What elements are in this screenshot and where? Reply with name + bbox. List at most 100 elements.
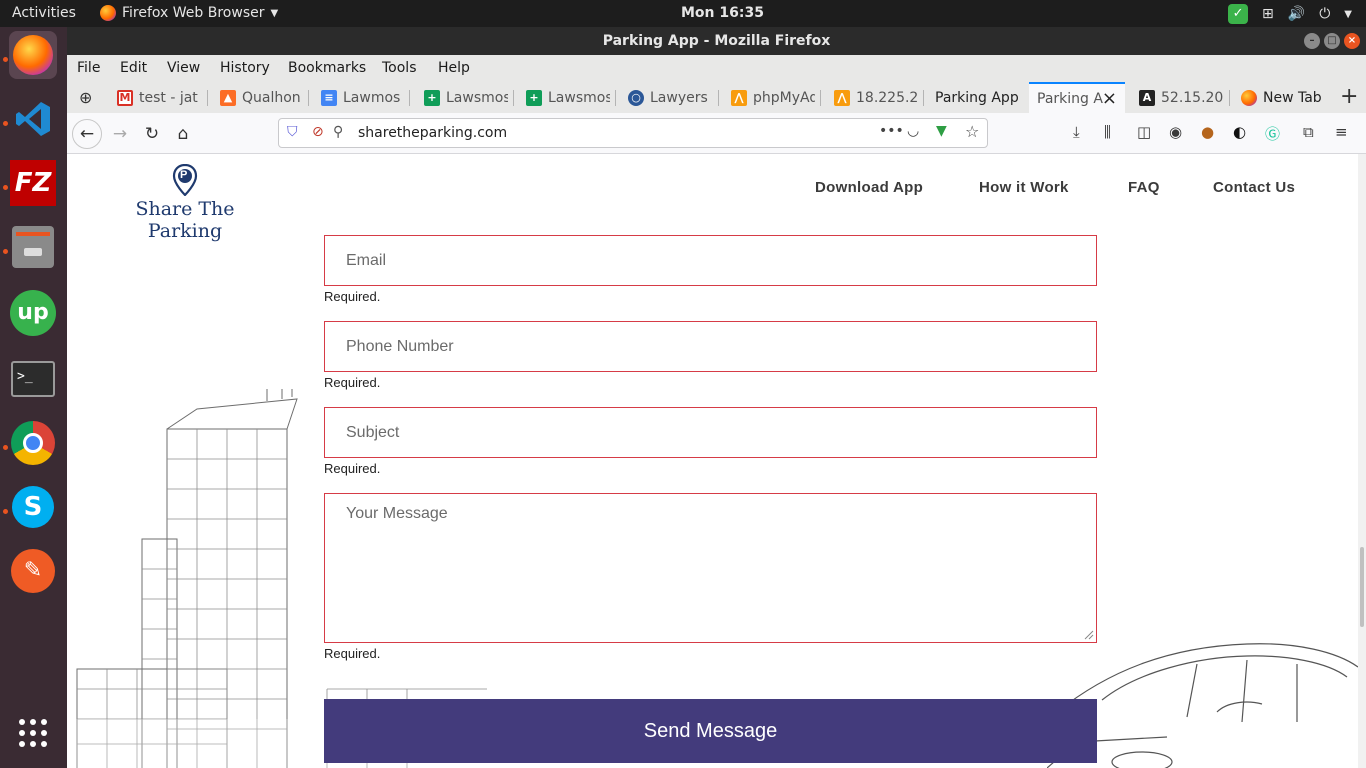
tab-qualhon[interactable]: ▲ Qualhon [212, 82, 302, 113]
firefox-icon [13, 35, 53, 75]
permissions-icon[interactable]: ⚲ [333, 124, 343, 140]
dock-chrome[interactable] [9, 419, 57, 467]
phpmyadmin-icon: ⋀ [731, 89, 747, 106]
extensions-icon[interactable]: ⧉ [1303, 123, 1314, 141]
chevron-down-icon: ▼ [270, 7, 279, 19]
nav-contact-us[interactable]: Contact Us [1213, 179, 1295, 196]
tab-phpmyadmin[interactable]: ⋀ phpMyAd [723, 82, 815, 113]
tab-label: phpMyAd [753, 89, 815, 106]
globe-icon[interactable]: ⊕ [79, 88, 92, 107]
pocket-icon[interactable]: ◡ [907, 123, 919, 139]
network-icon[interactable]: ⊞ [1262, 6, 1274, 22]
power-icon[interactable]: ⏻ [1319, 6, 1330, 22]
window-titlebar[interactable]: Parking App - Mozilla Firefox – □ × [67, 27, 1366, 55]
maximize-button[interactable]: □ [1324, 33, 1340, 49]
dock-vscode[interactable] [9, 95, 57, 143]
phone-number-field[interactable]: Phone Number [324, 321, 1097, 372]
system-tray[interactable]: ✓ ⊞ 🔊 ⏻ ▼ [1228, 4, 1352, 24]
cookie-extension-icon[interactable]: ● [1201, 123, 1214, 141]
tab-lawmos-doc[interactable]: ≡ Lawmos [313, 82, 403, 113]
menu-bar: File Edit View History Bookmarks Tools H… [67, 55, 1366, 82]
email-field[interactable]: Email [324, 235, 1097, 286]
home-button[interactable]: ⌂ [168, 119, 198, 149]
close-tab-icon[interactable]: × [1102, 88, 1117, 109]
grammarly-icon[interactable]: Ⓖ [1265, 123, 1280, 144]
dock-postman[interactable]: ✎ [9, 547, 57, 595]
update-check-icon[interactable]: ✓ [1228, 4, 1249, 24]
tab-label: Lawyers [650, 89, 708, 106]
tab-lawsmos-sheet-2[interactable]: + Lawsmos [518, 82, 610, 113]
dock-terminal[interactable]: >_ [9, 355, 57, 403]
nav-faq[interactable]: FAQ [1128, 179, 1160, 196]
menu-bookmarks[interactable]: Bookmarks [288, 60, 366, 76]
nav-how-it-work[interactable]: How it Work [979, 179, 1069, 196]
window-title: Parking App - Mozilla Firefox [602, 33, 831, 49]
lawyers-site-icon: ○ [628, 89, 644, 106]
library-icon[interactable]: ⫼ [1104, 123, 1111, 141]
color-extension-icon[interactable]: ◐ [1233, 123, 1246, 141]
gmail-icon: M [117, 89, 133, 106]
tab-ip-18[interactable]: ⋀ 18.225.2 [826, 82, 918, 113]
show-applications-button[interactable] [9, 709, 57, 757]
dock-skype[interactable]: S [9, 483, 57, 531]
message-placeholder: Your Message [346, 505, 448, 522]
menu-help[interactable]: Help [438, 60, 470, 76]
sheets-icon: + [424, 89, 440, 106]
firefox-icon [100, 5, 116, 21]
extension-icon[interactable]: ▼ [936, 123, 947, 139]
send-message-button[interactable]: Send Message [324, 699, 1097, 763]
volume-icon[interactable]: 🔊 [1288, 6, 1305, 22]
reload-button[interactable]: ↻ [137, 119, 167, 149]
email-placeholder: Email [346, 252, 387, 269]
arrow-right-icon: → [112, 124, 128, 144]
app-menu[interactable]: Firefox Web Browser ▼ [100, 5, 278, 21]
bookmark-star-icon[interactable]: ☆ [965, 122, 979, 141]
menu-history[interactable]: History [220, 60, 270, 76]
close-window-button[interactable]: × [1344, 33, 1360, 49]
subject-field[interactable]: Subject [324, 407, 1097, 458]
dock: FZ up >_ S ✎ [0, 27, 67, 768]
resize-grip-icon[interactable] [1084, 630, 1094, 640]
tab-gmail[interactable]: M test - jat [109, 82, 201, 113]
running-indicator [3, 57, 8, 62]
new-tab-plus-icon[interactable]: + [1340, 84, 1358, 109]
tab-lawsmos-sheet-1[interactable]: + Lawsmos [416, 82, 508, 113]
tab-parking-app[interactable]: Parking App [927, 82, 1027, 113]
chevron-down-icon[interactable]: ▼ [1344, 9, 1352, 20]
tab-lawyers[interactable]: ○ Lawyers [620, 82, 712, 113]
activities-button[interactable]: Activities [12, 5, 76, 21]
menu-file[interactable]: File [77, 60, 100, 76]
minimize-button[interactable]: – [1304, 33, 1320, 49]
message-textarea[interactable]: Your Message [324, 493, 1097, 643]
tab-ip-52[interactable]: A 52.15.20 [1131, 82, 1223, 113]
dock-filezilla[interactable]: FZ [9, 159, 57, 207]
insecure-lock-icon[interactable]: ⊘ [312, 124, 324, 140]
url-text[interactable]: sharetheparking.com [358, 125, 507, 141]
dock-files[interactable] [9, 223, 57, 271]
send-message-label: Send Message [643, 720, 778, 742]
tab-parking-app-active[interactable]: Parking A × [1029, 82, 1125, 113]
running-indicator [3, 509, 8, 514]
downloads-icon[interactable]: ⤓ [1073, 123, 1080, 141]
dock-firefox[interactable] [9, 31, 57, 79]
nav-download-app[interactable]: Download App [815, 179, 923, 196]
clock[interactable]: Mon 16:35 [681, 5, 764, 21]
back-button[interactable]: ← [72, 119, 102, 149]
scrollbar-thumb[interactable] [1360, 547, 1364, 627]
dock-upwork[interactable]: up [9, 289, 57, 337]
forward-button[interactable]: → [105, 119, 135, 149]
page-scrollbar[interactable] [1358, 154, 1366, 768]
site-logo[interactable]: P Share The Parking [100, 164, 270, 242]
app-menu-label: Firefox Web Browser [122, 5, 265, 21]
page-actions-icon[interactable]: ••• [879, 123, 904, 139]
web-page: P Share The Parking Download App How it … [67, 154, 1358, 768]
tab-new-tab[interactable]: New Tab [1233, 82, 1333, 113]
sidebar-icon[interactable]: ◫ [1137, 123, 1151, 141]
shield-icon[interactable]: ⛉ [287, 124, 298, 140]
menu-edit[interactable]: Edit [120, 60, 147, 76]
menu-view[interactable]: View [167, 60, 200, 76]
hamburger-menu-icon[interactable]: ≡ [1335, 123, 1348, 141]
menu-tools[interactable]: Tools [382, 60, 417, 76]
account-icon[interactable]: ◉ [1169, 123, 1182, 141]
url-bar[interactable]: ⛉ ⊘ ⚲ sharetheparking.com ••• ◡ ▼ ☆ [278, 118, 988, 148]
